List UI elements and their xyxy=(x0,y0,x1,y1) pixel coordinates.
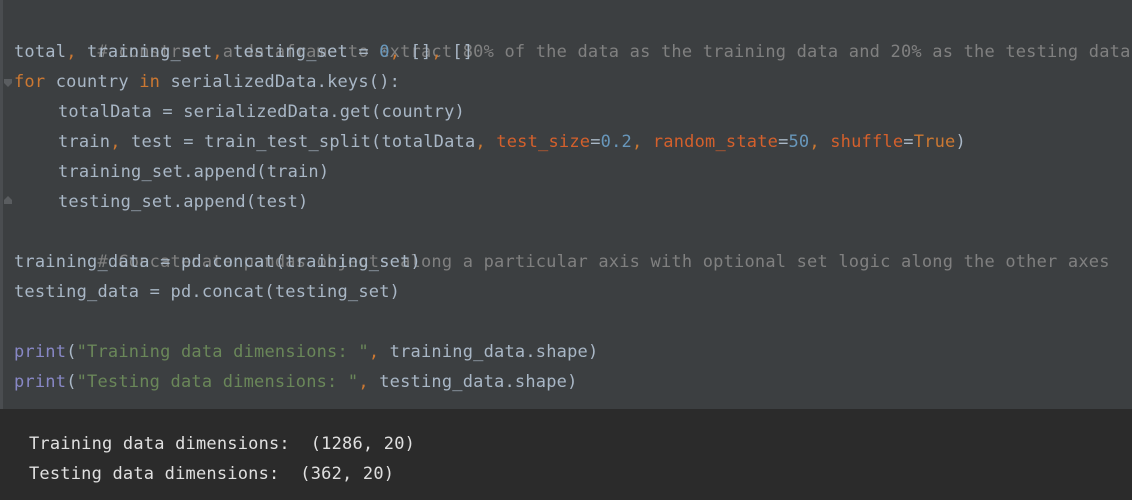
code-token: [] xyxy=(400,42,432,62)
code-line-13: print("Testing data dimensions: ", testi… xyxy=(14,367,1132,397)
code-line-3: for country in serializedData.keys(): xyxy=(14,67,1132,97)
code-keyword: True xyxy=(913,132,956,152)
code-line-7: testing_set.append(test) xyxy=(14,187,1132,217)
code-token: serializedData.keys(): xyxy=(160,72,401,92)
code-token: test = train_test_split(totalData xyxy=(120,132,476,152)
code-token: training_set.append(train) xyxy=(58,162,330,182)
code-string: "Testing data dimensions: " xyxy=(76,372,359,392)
code-token: , xyxy=(431,42,442,62)
code-line-1: # construct a dataframe to extract 80% o… xyxy=(14,7,1132,62)
code-token: testing_data.shape) xyxy=(368,372,578,392)
code-token: = xyxy=(778,132,789,152)
code-token: train xyxy=(58,132,111,152)
code-token: total xyxy=(14,42,67,62)
code-token: ) xyxy=(955,132,966,152)
code-token: , xyxy=(212,42,223,62)
code-token: , xyxy=(66,42,77,62)
notebook-view: # construct a dataframe to extract 80% o… xyxy=(0,0,1132,500)
code-number: 0 xyxy=(379,42,390,62)
code-token: country xyxy=(45,72,140,92)
code-line-10: testing_data = pd.concat(testing_set) xyxy=(14,277,1132,307)
code-token: testing_set.append(test) xyxy=(58,192,309,212)
code-line-4: totalData = serializedData.get(country) xyxy=(14,97,1132,127)
code-token: training_data.shape) xyxy=(379,342,599,362)
code-token: ( xyxy=(66,342,77,362)
code-line-5: train, test = train_test_split(totalData… xyxy=(14,127,1132,157)
code-line-8: # Concatenate pandas objects along a par… xyxy=(14,217,1132,272)
code-token: , xyxy=(631,132,643,152)
output-line-testing: Testing data dimensions: (362, 20) xyxy=(29,464,395,484)
code-builtin: print xyxy=(14,372,67,392)
code-token: testing_data = pd.concat(testing_set) xyxy=(14,282,401,302)
code-token: , xyxy=(110,132,121,152)
code-param: test_size xyxy=(496,132,591,152)
code-string: "Training data dimensions: " xyxy=(76,342,369,362)
code-token: , xyxy=(475,132,486,152)
fold-close-icon[interactable] xyxy=(3,195,13,205)
code-token: [] xyxy=(441,42,474,62)
code-token: totalData = serializedData.get(country) xyxy=(58,102,465,122)
code-editor[interactable]: # construct a dataframe to extract 80% o… xyxy=(14,7,1132,397)
fold-open-icon[interactable] xyxy=(3,78,13,88)
output-text: Training data dimensions: (1286, 20) Tes… xyxy=(29,429,415,489)
code-line-6: training_set.append(train) xyxy=(14,157,1132,187)
code-token: training_data = pd.concat(training_set) xyxy=(14,252,421,272)
code-param: shuffle xyxy=(830,132,904,152)
code-token: = xyxy=(903,132,914,152)
output-line-training: Training data dimensions: (1286, 20) xyxy=(29,434,416,454)
code-param: random_state xyxy=(652,132,779,152)
code-cell[interactable]: # construct a dataframe to extract 80% o… xyxy=(0,0,1132,409)
code-number: 50 xyxy=(788,132,810,152)
code-token: testing_set = xyxy=(222,42,380,62)
code-number: 0.2 xyxy=(600,132,632,152)
code-line-12: print("Training data dimensions: ", trai… xyxy=(14,337,1132,367)
code-keyword: for xyxy=(14,72,46,92)
code-token: training_set xyxy=(76,42,213,62)
code-token: = xyxy=(590,132,601,152)
code-keyword: in xyxy=(139,72,161,92)
code-token: , xyxy=(368,342,380,362)
code-token: , xyxy=(389,42,401,62)
cell-output: Training data dimensions: (1286, 20) Tes… xyxy=(0,409,1132,500)
code-token: ( xyxy=(66,372,77,392)
code-builtin: print xyxy=(14,342,67,362)
code-token: , xyxy=(809,132,820,152)
code-token: , xyxy=(358,372,369,392)
